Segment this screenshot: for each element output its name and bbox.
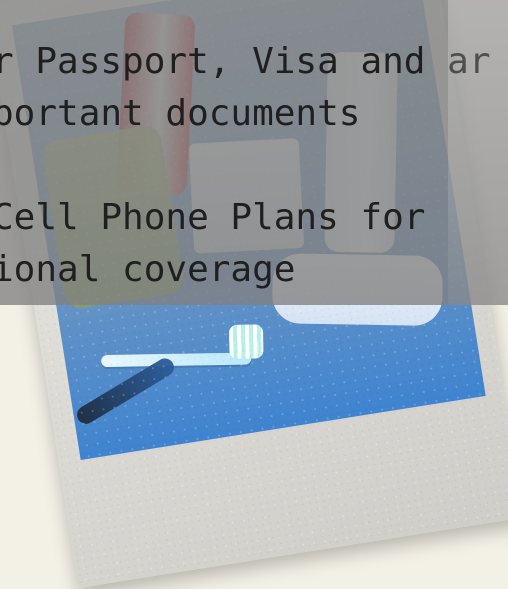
banner-line-3: Cell Phone Plans for [0, 197, 426, 238]
text-banner: r Passport, Visa and ar portant document… [0, 0, 508, 305]
banner-text-lines: r Passport, Visa and ar portant document… [0, 36, 491, 296]
razor-image [73, 355, 178, 428]
toothbrush-head-image [228, 324, 264, 359]
banner-line-2: portant documents [0, 93, 361, 134]
banner-spacer [0, 140, 491, 192]
banner-line-4: ional coverage [0, 249, 296, 290]
toothbrush-handle-image [101, 352, 252, 368]
banner-line-1: r Passport, Visa and ar [0, 41, 491, 82]
